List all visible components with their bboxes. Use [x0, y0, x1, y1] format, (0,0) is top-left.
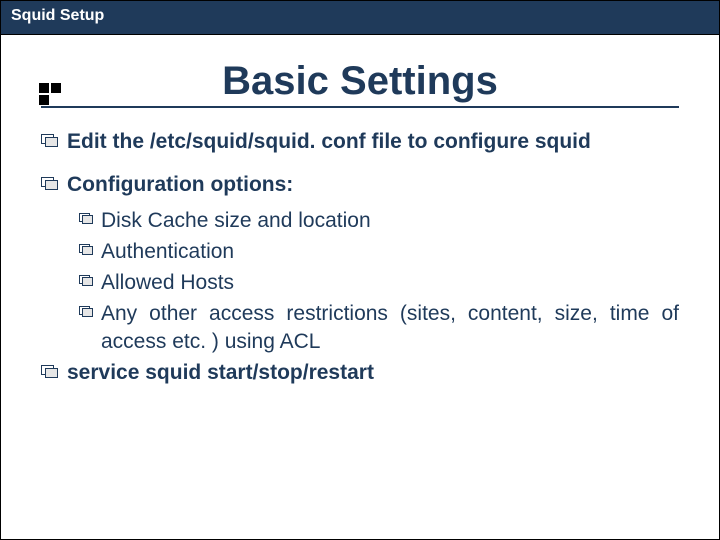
bullet-icon: [79, 213, 93, 223]
sub-list-item: Any other access restrictions (sites, co…: [79, 300, 679, 355]
content-area: Edit the /etc/squid/squid. conf file to …: [41, 128, 679, 386]
bullet-icon: [41, 134, 57, 146]
list-item-text: Configuration options:: [67, 171, 679, 198]
bullet-icon: [79, 275, 93, 285]
list-item-text: service squid start/stop/restart: [67, 359, 679, 386]
slide: Squid Setup Basic Settings Edit the /etc…: [0, 0, 720, 540]
bullet-icon: [79, 244, 93, 254]
list-item: service squid start/stop/restart: [41, 359, 679, 386]
list-item: Edit the /etc/squid/squid. conf file to …: [41, 128, 679, 155]
title-block: Basic Settings: [1, 59, 719, 108]
list-item-text: Edit the /etc/squid/squid. conf file to …: [67, 128, 679, 155]
bullet-icon: [79, 306, 93, 316]
sub-list-item-text: Any other access restrictions (sites, co…: [101, 300, 679, 355]
sub-list-item: Allowed Hosts: [79, 269, 679, 296]
title-underline: [41, 106, 679, 108]
header-bar: Squid Setup: [1, 1, 719, 35]
page-title: Basic Settings: [222, 59, 498, 104]
sub-list-item-text: Allowed Hosts: [101, 269, 679, 296]
bullet-icon: [41, 177, 57, 189]
list-item: Configuration options:: [41, 171, 679, 198]
sub-list-item-text: Authentication: [101, 238, 679, 265]
sub-list-item: Disk Cache size and location: [79, 207, 679, 234]
sub-list-item-text: Disk Cache size and location: [101, 207, 679, 234]
bullet-icon: [41, 365, 57, 377]
header-title: Squid Setup: [11, 7, 104, 24]
sub-list-item: Authentication: [79, 238, 679, 265]
